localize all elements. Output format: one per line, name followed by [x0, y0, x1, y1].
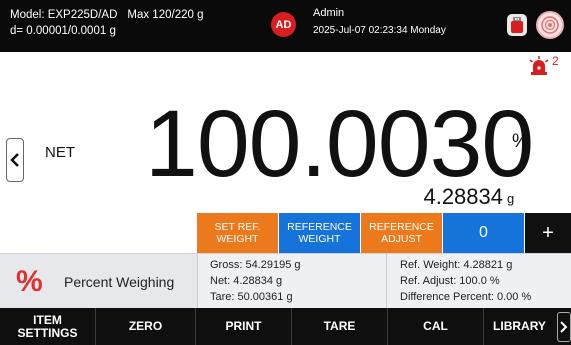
model-name: Model: EXP225D/AD [10, 9, 118, 21]
previous-panel-button[interactable] [6, 138, 24, 182]
main-reading: 100.0030 [145, 91, 534, 197]
resolution: d= 0.00001/0.0001 g [10, 25, 116, 37]
print-button[interactable]: PRINT [196, 308, 292, 345]
action-row: SET REF. WEIGHT REFERENCE WEIGHT REFEREN… [197, 213, 571, 253]
datetime: 2025-Jul-07 02:23:34 Monday [313, 25, 446, 36]
model-info: Model: EXP225D/AD Max 120/220 g d= 0.0000… [10, 7, 203, 39]
function-bar: ITEM SETTINGS ZERO PRINT TARE CAL LIBRAR… [0, 308, 571, 345]
usb-drive-icon[interactable] [507, 14, 527, 36]
zero-button[interactable]: ZERO [96, 308, 196, 345]
tare-button[interactable]: TARE [292, 308, 388, 345]
item-settings-button[interactable]: ITEM SETTINGS [0, 308, 96, 345]
tare-value: Tare: 50.00361 g [210, 291, 293, 303]
chevron-left-icon [10, 153, 19, 167]
add-button[interactable]: + [525, 213, 571, 253]
alarm-light-icon [528, 56, 550, 81]
reference-details: Ref. Weight: 4.28821 g Ref. Adjust: 100.… [400, 257, 531, 305]
reading-unit: % [512, 131, 529, 152]
divider [197, 254, 198, 309]
net-value: Net: 4.28834 g [210, 275, 283, 287]
chevron-right-icon [560, 321, 568, 333]
alarm-count: 2 [552, 54, 559, 68]
percent-icon: % [16, 264, 43, 298]
status-header: Model: EXP225D/AD Max 120/220 g d= 0.0000… [0, 0, 571, 52]
library-button[interactable]: LIBRARY [484, 308, 555, 345]
secondary-unit: g [507, 191, 515, 206]
cal-button[interactable]: CAL [388, 308, 484, 345]
application-mode[interactable]: % Percent Weighing [0, 254, 197, 309]
reference-adjust-button[interactable]: REFERENCE ADJUST [361, 213, 443, 253]
divider [386, 254, 387, 309]
difference-percent-value: Difference Percent: 0.00 % [400, 291, 532, 303]
count-field[interactable]: 0 [443, 213, 525, 253]
weight-details: Gross: 54.29195 g Net: 4.28834 g Tare: 5… [210, 257, 301, 305]
weighing-mode-label: NET [45, 144, 75, 161]
info-panel: % Percent Weighing Gross: 54.29195 g Net… [0, 253, 571, 309]
application-name: Percent Weighing [64, 273, 175, 290]
reference-weight-button[interactable]: REFERENCE WEIGHT [279, 213, 361, 253]
user-avatar[interactable]: AD [271, 12, 296, 37]
set-ref-weight-button[interactable]: SET REF. WEIGHT [197, 213, 279, 253]
ref-adjust-value: Ref. Adjust: 100.0 % [400, 275, 500, 287]
level-bubble-icon[interactable] [536, 11, 564, 39]
capacity: Max 120/220 g [127, 9, 204, 21]
ref-weight-value: Ref. Weight: 4.28821 g [400, 259, 513, 271]
alarm-indicator[interactable]: 2 [528, 54, 559, 81]
gross-value: Gross: 54.29195 g [210, 259, 301, 271]
secondary-reading: 4.28834 [423, 184, 503, 209]
user-name: Admin [313, 7, 345, 19]
next-page-button[interactable] [557, 312, 571, 342]
